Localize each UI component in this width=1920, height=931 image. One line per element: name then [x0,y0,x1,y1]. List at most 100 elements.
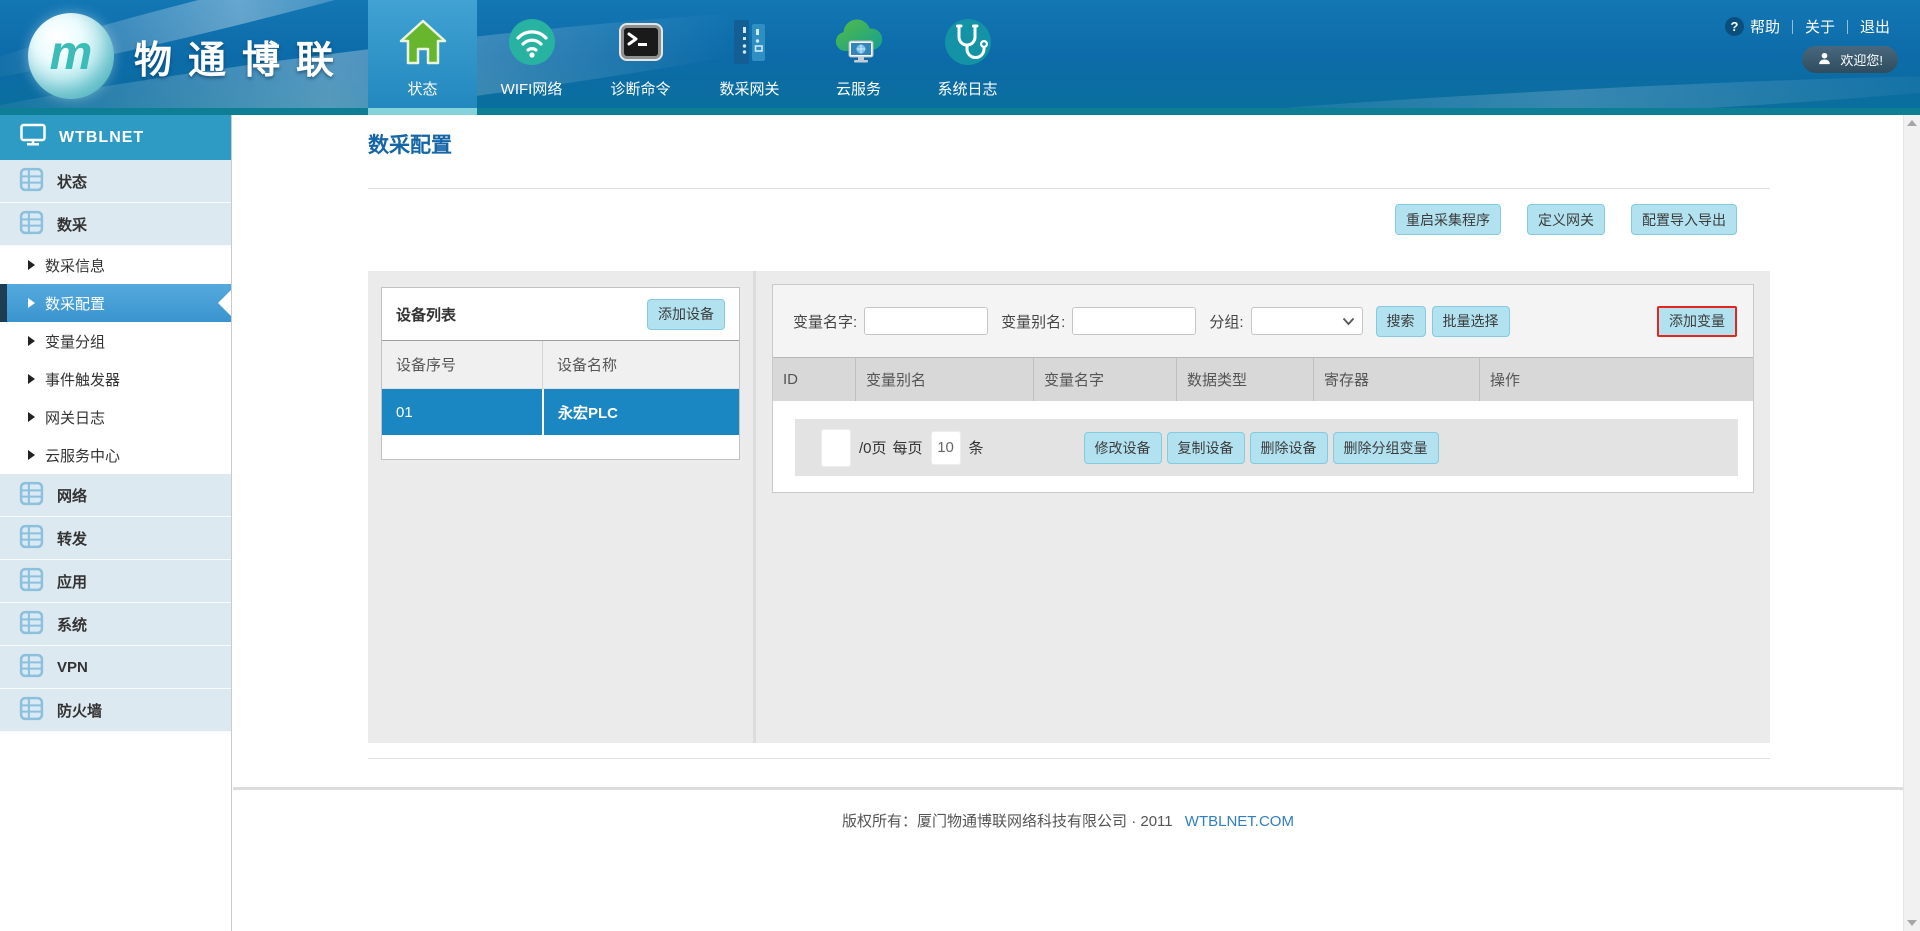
scroll-up-icon[interactable] [1907,120,1917,126]
delete-device-button[interactable]: 删除设备 [1250,432,1328,464]
main-content: 数采配置 重启采集程序 定义网关 配置导入导出 设备列表 添加设备 设 [233,115,1903,931]
sidebar-item-label: 转发 [57,528,87,549]
sidebar-item-label: 状态 [57,171,87,192]
nav-tab-diagnosis[interactable]: 诊断命令 [586,0,695,108]
var-name-input[interactable] [864,307,988,335]
per-page-input[interactable] [931,431,961,465]
scrollbar-track[interactable] [1903,115,1920,931]
sidebar-item-app[interactable]: 应用 [0,560,231,603]
welcome-text: 欢迎您! [1840,50,1883,69]
group-select[interactable] [1251,307,1363,335]
device-col-name: 设备名称 [542,341,739,388]
subitem-label: 数采配置 [45,293,105,314]
device-row-empty [382,435,739,459]
monitor-icon [20,123,46,152]
sidebar-item-system[interactable]: 系统 [0,603,231,646]
question-icon: ? [1725,17,1744,36]
var-alias-input[interactable] [1072,307,1196,335]
page-number-input[interactable] [821,429,851,467]
var-alias-label: 变量别名: [1001,311,1065,332]
table-icon [19,567,44,596]
restart-collector-button[interactable]: 重启采集程序 [1395,204,1501,235]
unit-label: 条 [969,437,984,458]
sidebar-item-label: 数采 [57,214,87,235]
content-panel: 设备列表 添加设备 设备序号 设备名称 01 永宏PLC [368,271,1770,743]
nav-label: 数采网关 [719,78,779,99]
page: m 物通博联 状态 WIFI网络 诊断命令 [0,0,1920,931]
caret-right-icon [28,298,35,308]
var-name-label: 变量名字: [793,311,857,332]
define-gateway-button[interactable]: 定义网关 [1527,204,1605,235]
sidebar-item-vpn[interactable]: VPN [0,646,231,689]
logout-link[interactable]: 退出 [1860,16,1890,37]
stethoscope-icon [941,15,995,69]
sidebar-item-firewall[interactable]: 防火墙 [0,689,231,732]
batch-select-button[interactable]: 批量选择 [1432,306,1510,337]
divider [1847,20,1848,34]
about-link[interactable]: 关于 [1805,16,1835,37]
sidebar-title: WTBLNET [59,129,144,147]
divider [1792,20,1793,34]
sidebar-subitem-variable-group[interactable]: 变量分组 [0,322,231,360]
device-col-no: 设备序号 [382,341,542,388]
divider [368,188,1770,189]
col-datatype: 数据类型 [1176,358,1313,401]
config-import-export-button[interactable]: 配置导入导出 [1631,204,1737,235]
sidebar-subitem-event-trigger[interactable]: 事件触发器 [0,360,231,398]
help-link[interactable]: ? 帮助 [1725,16,1780,37]
logo-mark: m [50,26,93,81]
sidebar-item-collect[interactable]: 数采 [0,203,231,246]
nav-tab-syslog[interactable]: 系统日志 [913,0,1022,108]
table-icon [19,610,44,639]
sidebar-subitem-gateway-log[interactable]: 网关日志 [0,398,231,436]
page-title: 数采配置 [368,115,1770,159]
modify-device-button[interactable]: 修改设备 [1084,432,1162,464]
search-button[interactable]: 搜索 [1376,306,1426,337]
sidebar-subitem-collect-config[interactable]: 数采配置 [0,284,231,322]
sidebar-item-network[interactable]: 网络 [0,474,231,517]
header-links: ? 帮助 关于 退出 [1725,16,1890,37]
sidebar-subitem-collect-info[interactable]: 数采信息 [0,246,231,284]
scroll-down-icon[interactable] [1907,920,1917,926]
pagination-strip: /0页 每页 条 修改设备 复制设备 删除设备 删除分组变量 [795,419,1738,476]
col-id: ID [773,358,855,401]
table-icon [19,167,44,196]
nav-tab-cloud[interactable]: 云服务 [804,0,913,108]
caret-right-icon [28,412,35,422]
footer-link[interactable]: WTBLNET.COM [1185,813,1294,830]
row-actions: 修改设备 复制设备 删除设备 删除分组变量 [1084,432,1439,464]
sidebar-item-status[interactable]: 状态 [0,160,231,203]
nav-tab-gateway[interactable]: 数采网关 [695,0,804,108]
brand-logo: m 物通博联 [28,13,350,99]
terminal-icon [614,15,668,69]
help-label: 帮助 [1750,16,1780,37]
nav-label: 云服务 [836,78,881,99]
sidebar-header: WTBLNET [0,115,231,160]
variable-table-header: ID 变量别名 变量名字 数据类型 寄存器 操作 [773,357,1753,401]
nav-tab-wifi[interactable]: WIFI网络 [477,0,586,108]
device-row-selected[interactable]: 01 永宏PLC [382,389,739,435]
device-row-no: 01 [382,389,542,435]
nav-label: 诊断命令 [610,78,670,99]
group-label: 分组: [1209,311,1243,332]
delete-group-variable-button[interactable]: 删除分组变量 [1333,432,1439,464]
sidebar-subitem-cloud-center[interactable]: 云服务中心 [0,436,231,474]
app-header: m 物通博联 状态 WIFI网络 诊断命令 [0,0,1920,115]
device-list-card: 设备列表 添加设备 设备序号 设备名称 01 永宏PLC [381,287,740,460]
about-label: 关于 [1805,16,1835,37]
device-table-header: 设备序号 设备名称 [382,341,739,389]
active-notch-icon [218,290,231,316]
sidebar-item-forward[interactable]: 转发 [0,517,231,560]
add-variable-button[interactable]: 添加变量 [1657,306,1737,337]
nav-tab-status[interactable]: 状态 [368,0,477,108]
add-device-button[interactable]: 添加设备 [647,299,725,330]
subitem-label: 事件触发器 [45,369,120,390]
subitem-label: 网关日志 [45,407,105,428]
top-nav: 状态 WIFI网络 诊断命令 数采网关 [368,0,1022,108]
caret-right-icon [28,336,35,346]
cloud-service-icon [832,15,886,69]
subitem-label: 数采信息 [45,255,105,276]
copy-device-button[interactable]: 复制设备 [1167,432,1245,464]
col-register: 寄存器 [1313,358,1479,401]
active-indicator-bar [0,284,7,322]
